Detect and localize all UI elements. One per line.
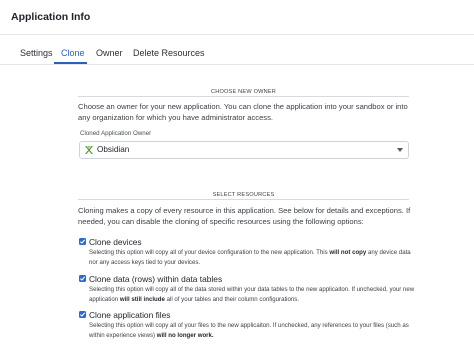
chevron-down-icon xyxy=(397,148,403,152)
clone-devices-checkbox[interactable] xyxy=(79,238,86,245)
clone-files-checkbox[interactable] xyxy=(79,311,86,318)
option-description: Selecting this option will copy all of y… xyxy=(89,322,409,339)
cross-logo-icon xyxy=(84,145,94,155)
section-title-resources: SELECT RESOURCES xyxy=(212,192,275,198)
option-description: Selecting this option will copy all of t… xyxy=(89,286,415,303)
active-tab-indicator xyxy=(54,62,87,64)
section-divider xyxy=(78,96,409,97)
owner-description: Choose an owner for your new application… xyxy=(78,102,408,122)
checkmark-icon xyxy=(80,276,86,281)
clone-data-checkbox[interactable] xyxy=(79,275,86,282)
tab-owner[interactable]: Owner xyxy=(96,48,123,58)
option-label: Clone application files xyxy=(89,310,171,320)
page-title: Application Info xyxy=(11,11,91,23)
resources-description: Cloning makes a copy of every resource i… xyxy=(78,206,411,226)
section-divider xyxy=(78,199,409,200)
section-title-owner: CHOOSE NEW OWNER xyxy=(210,89,277,95)
owner-select[interactable]: Obsidian xyxy=(79,141,409,159)
tab-bar: Settings Clone Owner Delete Resources xyxy=(0,35,474,65)
checkmark-icon xyxy=(80,239,86,244)
owner-field-label: Cloned Application Owner xyxy=(80,130,152,137)
option-label: Clone data (rows) within data tables xyxy=(89,274,223,284)
tab-delete-resources[interactable]: Delete Resources xyxy=(133,48,205,58)
option-label: Clone devices xyxy=(89,237,142,247)
checkmark-icon xyxy=(80,312,86,317)
tab-clone[interactable]: Clone xyxy=(61,48,85,58)
app-header: Application Info xyxy=(0,0,474,35)
option-description: Selecting this option will copy all of y… xyxy=(89,249,411,266)
tab-settings[interactable]: Settings xyxy=(20,48,53,58)
owner-select-value: Obsidian xyxy=(97,145,130,154)
